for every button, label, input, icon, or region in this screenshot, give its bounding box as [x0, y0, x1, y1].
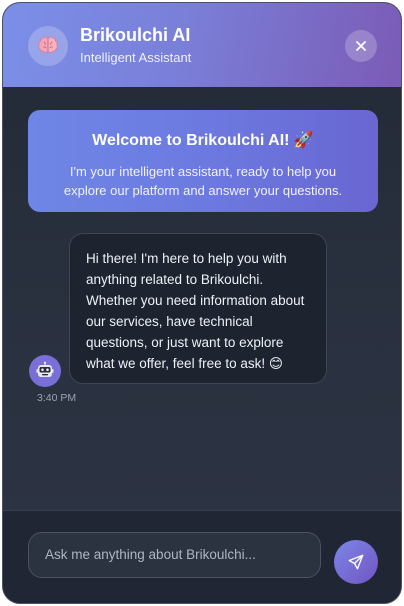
assistant-avatar: [28, 26, 68, 66]
bot-message-text: Hi there! I'm here to help you with anyt…: [86, 251, 305, 371]
welcome-text: I'm your intelligent assistant, ready to…: [63, 164, 343, 198]
close-icon: [356, 41, 366, 51]
assistant-subtitle: Intelligent Assistant: [80, 50, 192, 65]
message-timestamp: 3:40 PM: [37, 392, 77, 404]
robot-icon: [36, 361, 54, 377]
chat-header: Brikoulchi AI Intelligent Assistant: [3, 3, 401, 87]
welcome-card: Welcome to Brikoulchi AI! 🚀 I'm your int…: [28, 110, 378, 212]
send-icon: [348, 554, 364, 570]
bot-avatar: [29, 355, 61, 387]
message-input[interactable]: Ask me anything about Brikoulchi...: [28, 532, 321, 578]
brain-icon: [38, 36, 58, 53]
close-button[interactable]: [345, 30, 377, 62]
send-button[interactable]: [334, 540, 378, 584]
input-bar: Ask me anything about Brikoulchi...: [3, 510, 401, 603]
chat-widget: Brikoulchi AI Intelligent Assistant Welc…: [2, 2, 402, 604]
welcome-title: Welcome to Brikoulchi AI! 🚀: [92, 132, 314, 149]
assistant-name: Brikoulchi AI: [80, 25, 191, 45]
bot-message-bubble: Hi there! I'm here to help you with anyt…: [69, 233, 327, 384]
